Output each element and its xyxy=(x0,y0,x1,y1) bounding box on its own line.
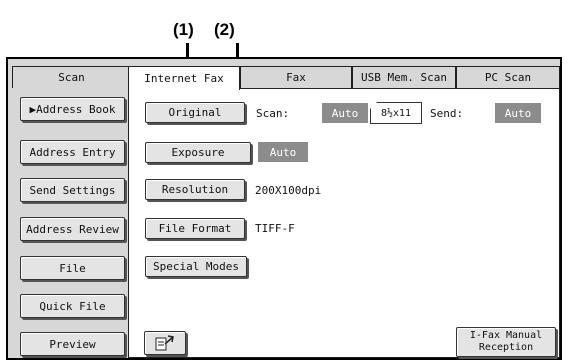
exposure-button[interactable]: Exposure xyxy=(145,142,251,163)
i-fax-manual-reception-line1: I-Fax Manual xyxy=(469,330,543,341)
scan-label: Scan: xyxy=(256,107,290,120)
quick-file-button[interactable]: Quick File xyxy=(20,294,125,318)
special-modes-button[interactable]: Special Modes xyxy=(145,256,247,277)
document-arrow-icon xyxy=(155,335,174,351)
exposure-value: Auto xyxy=(258,142,308,162)
tab-pc-scan[interactable]: PC Scan xyxy=(456,66,560,88)
i-fax-manual-reception-line2: Reception xyxy=(478,342,534,353)
paper-size-icon: 8½x11 xyxy=(370,102,422,124)
send-settings-button[interactable]: Send Settings xyxy=(20,178,125,202)
callout-1: (1) xyxy=(173,20,194,39)
address-entry-button[interactable]: Address Entry xyxy=(20,140,125,164)
file-format-value: TIFF-F xyxy=(255,222,295,235)
tab-usb-mem-scan[interactable]: USB Mem. Scan xyxy=(352,66,456,88)
preview-button[interactable]: Preview xyxy=(20,332,125,356)
i-fax-manual-reception-button[interactable]: I-Fax Manual Reception xyxy=(456,327,556,357)
tab-fax[interactable]: Fax xyxy=(240,66,352,88)
callout-2: (2) xyxy=(214,20,235,39)
send-status-button[interactable] xyxy=(144,331,186,355)
tab-scan[interactable]: Scan xyxy=(12,66,131,88)
send-value: Auto xyxy=(495,103,541,123)
send-label: Send: xyxy=(430,107,464,120)
address-book-button[interactable]: ▶Address Book xyxy=(20,97,125,121)
file-button[interactable]: File xyxy=(20,256,125,280)
internet-fax-panel: Scan Internet Fax Fax USB Mem. Scan PC S… xyxy=(6,57,562,360)
tab-internet-fax[interactable]: Internet Fax xyxy=(128,66,240,90)
file-format-button[interactable]: File Format xyxy=(145,218,245,239)
resolution-button[interactable]: Resolution xyxy=(145,179,245,200)
scan-value: Auto xyxy=(322,103,368,123)
address-review-button[interactable]: Address Review xyxy=(20,217,125,241)
resolution-value: 200X100dpi xyxy=(255,184,322,197)
original-button[interactable]: Original xyxy=(145,102,245,123)
